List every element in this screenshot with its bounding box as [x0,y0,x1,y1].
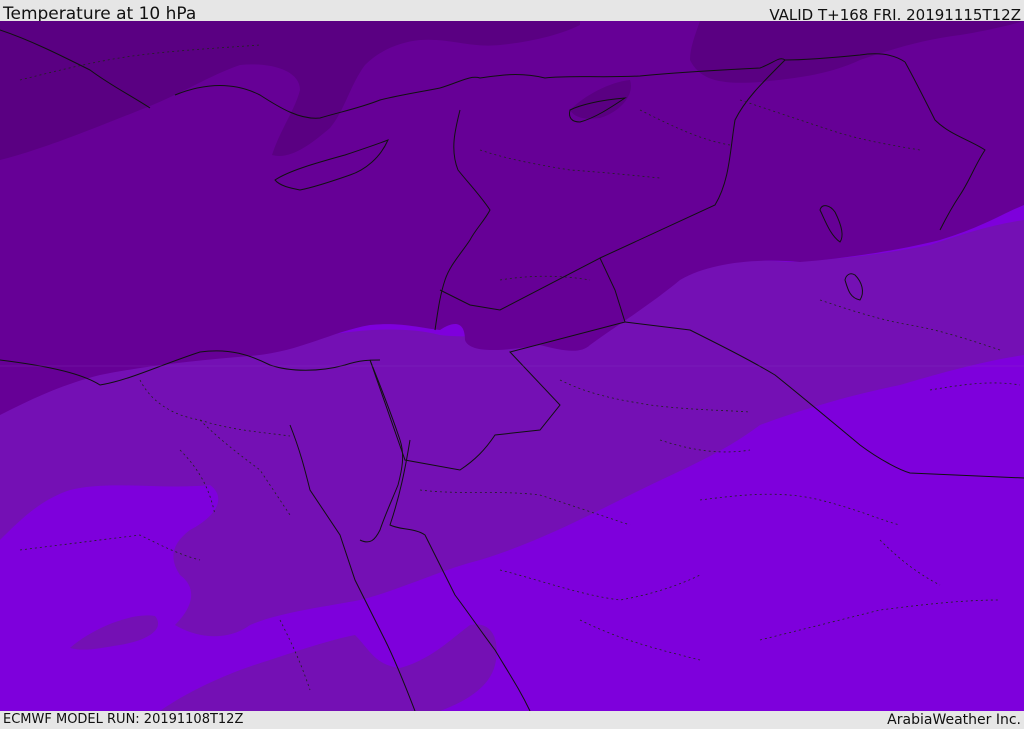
footer-bar: ECMWF MODEL RUN: 20191108T12Z ArabiaWeat… [0,711,1024,729]
weather-map[interactable] [0,21,1024,711]
temperature-field-svg [0,21,1024,711]
credit-label: ArabiaWeather Inc. [887,712,1021,728]
model-run-label: ECMWF MODEL RUN: 20191108T12Z [3,712,244,727]
header-bar: Temperature at 10 hPa VALID T+168 FRI. 2… [0,0,1024,24]
